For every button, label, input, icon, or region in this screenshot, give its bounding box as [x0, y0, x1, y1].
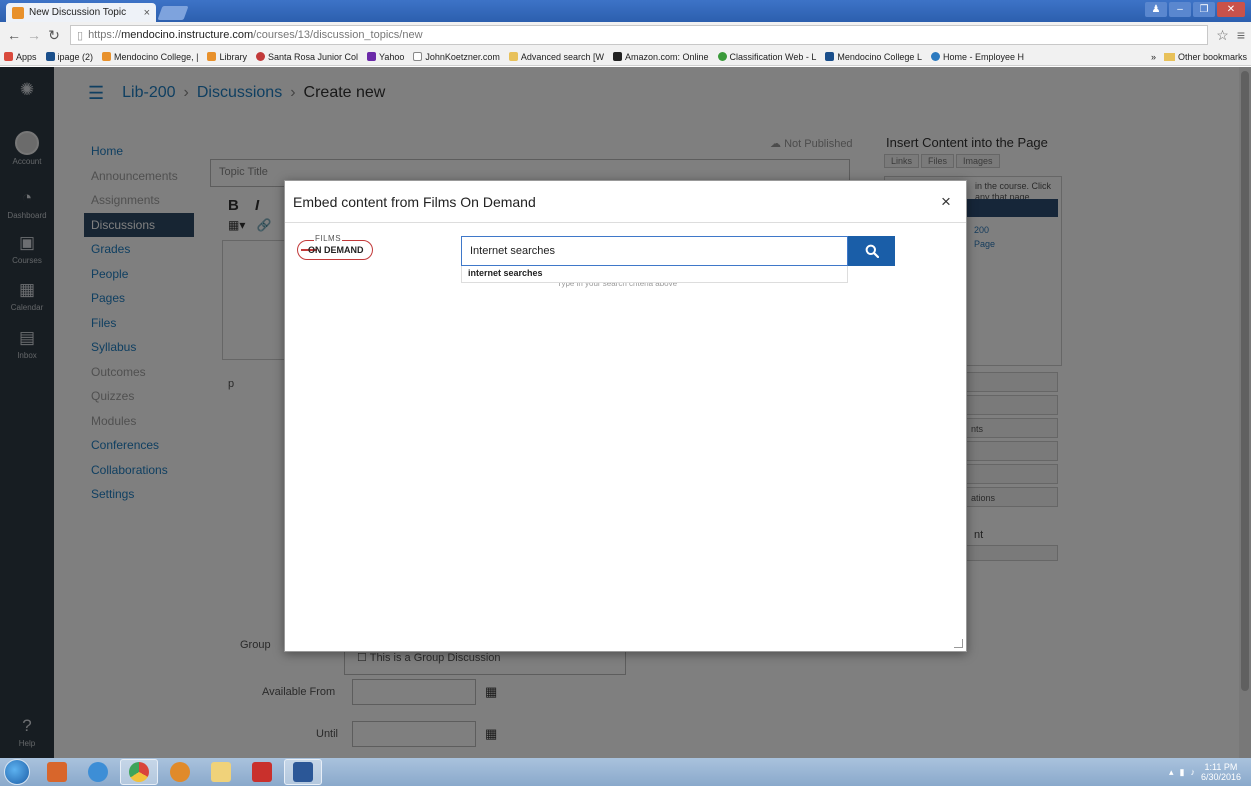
bookmark-advanced-search[interactable]: Advanced search [W: [508, 52, 604, 62]
chrome-icon: [129, 762, 149, 782]
advanced-search-icon: [508, 52, 518, 61]
films-on-demand-dialog: Embed content from Films On Demand × FIL…: [284, 180, 967, 652]
dialog-title: Embed content from Films On Demand: [293, 193, 536, 210]
reload-icon[interactable]: ↻: [46, 27, 62, 44]
url-field[interactable]: ▯ https://mendocino.instructure.com/cour…: [70, 25, 1209, 45]
bookmarks-bar: Apps ipage (2) Mendocino College, | Libr…: [0, 48, 1251, 66]
canvas-favicon-icon: [12, 6, 24, 19]
taskbar-explorer[interactable]: [202, 759, 240, 785]
taskbar-chrome[interactable]: [120, 759, 158, 785]
page-icon: ▯: [77, 29, 84, 42]
page-icon: [413, 52, 423, 61]
autocomplete-suggestion[interactable]: internet searches: [461, 266, 848, 283]
url-prefix: https://: [88, 29, 122, 41]
address-bar: ← → ↻ ▯ https://mendocino.instructure.co…: [0, 22, 1251, 48]
bookmark-apps[interactable]: Apps: [4, 52, 37, 62]
bookmark-yahoo[interactable]: Yahoo: [367, 52, 404, 62]
classification-web-icon: [717, 52, 727, 61]
acrobat-icon: [252, 762, 272, 782]
srjc-icon: [255, 52, 265, 61]
url-host: mendocino.instructure.com: [121, 29, 254, 41]
bookmark-mendocino-college-l[interactable]: Mendocino College L: [825, 52, 922, 62]
mc-icon: [825, 52, 835, 61]
internet-explorer-icon: [88, 762, 108, 782]
bookmark-srjc[interactable]: Santa Rosa Junior Col: [255, 52, 358, 62]
bookmark-ipage[interactable]: ipage (2): [45, 52, 93, 62]
bookmark-home-employee[interactable]: Home - Employee H: [930, 52, 1024, 62]
home-employee-icon: [930, 52, 940, 61]
system-tray: ▴ ▮ ♪ 1:11 PM 6/30/2016: [1169, 762, 1251, 782]
taskbar-ie[interactable]: [79, 759, 117, 785]
tab-title: New Discussion Topic: [29, 7, 127, 18]
search-button[interactable]: [848, 236, 895, 266]
new-tab-button[interactable]: [157, 6, 189, 20]
window-close-button[interactable]: ✕: [1217, 2, 1245, 17]
browser-tab[interactable]: New Discussion Topic ×: [6, 3, 156, 22]
volume-icon[interactable]: ♪: [1190, 767, 1195, 777]
network-icon[interactable]: ▮: [1180, 767, 1185, 778]
bookmark-amazon[interactable]: Amazon.com: Online: [612, 52, 709, 62]
dialog-header: Embed content from Films On Demand ×: [285, 181, 966, 223]
forward-arrow-icon[interactable]: →: [26, 27, 42, 43]
films-on-demand-logo: FILMS ON DEMAND: [297, 234, 373, 260]
bookmarks-more-icon[interactable]: »: [1151, 52, 1156, 62]
star-icon[interactable]: ☆: [1216, 27, 1229, 44]
bookmark-library[interactable]: Library: [207, 52, 247, 62]
start-button[interactable]: [4, 759, 30, 785]
taskbar-acrobat[interactable]: [243, 759, 281, 785]
menu-icon[interactable]: ≡: [1237, 27, 1245, 44]
taskbar-powerpoint[interactable]: [38, 759, 76, 785]
maximize-button[interactable]: ❐: [1193, 2, 1215, 17]
outlook-icon: [170, 762, 190, 782]
powerpoint-icon: [47, 762, 67, 782]
bookmark-johnkoetzner[interactable]: JohnKoetzner.com: [413, 52, 500, 62]
logo-films-text: FILMS: [314, 234, 343, 243]
folder-icon: [211, 762, 231, 782]
ipage-icon: [45, 52, 55, 61]
amazon-icon: [612, 52, 622, 61]
windows-taskbar: ▴ ▮ ♪ 1:11 PM 6/30/2016: [0, 758, 1251, 786]
apps-grid-icon: [4, 52, 13, 61]
films-search-input[interactable]: [461, 236, 848, 266]
folder-icon: [1163, 52, 1175, 61]
resize-grip-icon[interactable]: [954, 639, 963, 648]
browser-tabstrip: New Discussion Topic × ♟ – ❐ ✕: [0, 0, 1251, 22]
url-path: /courses/13/discussion_topics/new: [253, 29, 423, 41]
taskbar-word[interactable]: [284, 759, 322, 785]
word-icon: [293, 762, 313, 782]
library-icon: [207, 52, 217, 61]
yahoo-icon: [367, 52, 377, 61]
taskbar-outlook[interactable]: [161, 759, 199, 785]
dialog-close-button[interactable]: ×: [936, 192, 956, 212]
search-icon: [865, 244, 879, 258]
clock[interactable]: 1:11 PM 6/30/2016: [1201, 762, 1241, 782]
logo-demand-text: ON DEMAND: [308, 245, 364, 255]
other-bookmarks[interactable]: Other bookmarks: [1178, 52, 1247, 62]
canvas-app: ✺ Account ◔ Dashboard ▣ Courses ▦ Calend…: [0, 67, 1251, 758]
minimize-button[interactable]: –: [1169, 2, 1191, 17]
bookmark-classification-web[interactable]: Classification Web - L: [717, 52, 816, 62]
window-controls: ♟ – ❐ ✕: [1145, 2, 1245, 17]
tray-arrow-icon[interactable]: ▴: [1169, 767, 1174, 778]
user-icon[interactable]: ♟: [1145, 2, 1167, 17]
tab-close-icon[interactable]: ×: [144, 7, 150, 19]
mendocino-icon: [102, 52, 112, 61]
back-arrow-icon[interactable]: ←: [6, 27, 22, 43]
bookmark-mendocino-college[interactable]: Mendocino College, |: [102, 52, 198, 62]
